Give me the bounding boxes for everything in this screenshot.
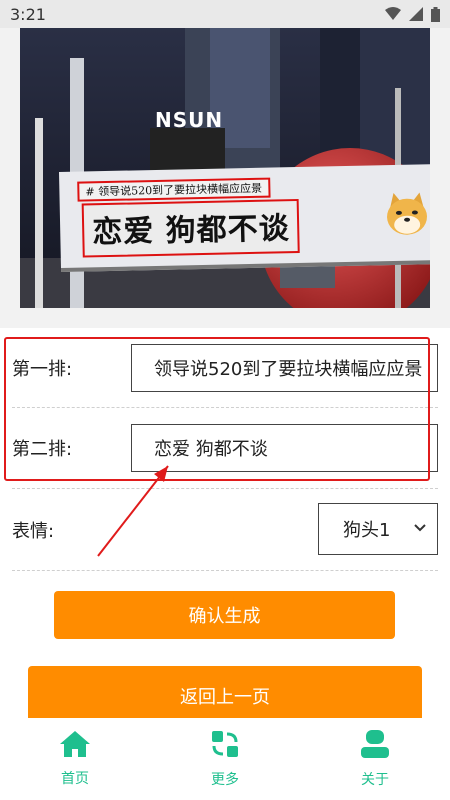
banner-row2-text: 恋爱 狗都不谈	[81, 198, 301, 258]
nav-label: 更多	[211, 772, 239, 788]
banner-row1-text: # 领导说520到了要拉块横幅应应景	[77, 177, 271, 202]
person-icon	[361, 730, 389, 758]
wifi-icon	[385, 7, 401, 20]
building-sign: NSUN	[155, 108, 224, 132]
preview-area: NSUN # 领导说520到了要拉块横幅应应景 恋爱 狗都不谈	[0, 28, 450, 328]
status-time: 3:21	[10, 4, 46, 24]
battery-icon	[431, 6, 440, 22]
nav-label: 关于	[361, 772, 389, 788]
nav-item-home[interactable]: 首页	[0, 718, 150, 800]
bottom-nav: 首页 更多 关于	[0, 718, 450, 800]
more-icon	[212, 731, 238, 757]
signal-icon	[409, 7, 423, 21]
back-button[interactable]: 返回上一页	[28, 666, 422, 726]
emoji-select[interactable]: 狗头1	[318, 503, 438, 555]
chevron-down-icon	[414, 524, 426, 532]
doge-emoji	[387, 192, 428, 235]
generated-banner-preview: NSUN # 领导说520到了要拉块横幅应应景 恋爱 狗都不谈	[20, 28, 430, 308]
status-bar: 3:21	[0, 0, 450, 28]
annotation-highlight-box	[4, 337, 430, 481]
nav-label: 首页	[61, 771, 89, 787]
home-icon	[60, 731, 90, 757]
nav-item-more[interactable]: 更多	[150, 718, 300, 800]
banner: # 领导说520到了要拉块横幅应应景 恋爱 狗都不谈	[58, 164, 430, 272]
status-icons	[385, 6, 440, 22]
emoji-select-value: 狗头1	[343, 520, 391, 541]
annotation-arrow	[97, 465, 169, 557]
nav-item-about[interactable]: 关于	[300, 718, 450, 800]
divider	[12, 488, 438, 489]
confirm-generate-button[interactable]: 确认生成	[54, 591, 395, 639]
divider	[12, 570, 438, 571]
